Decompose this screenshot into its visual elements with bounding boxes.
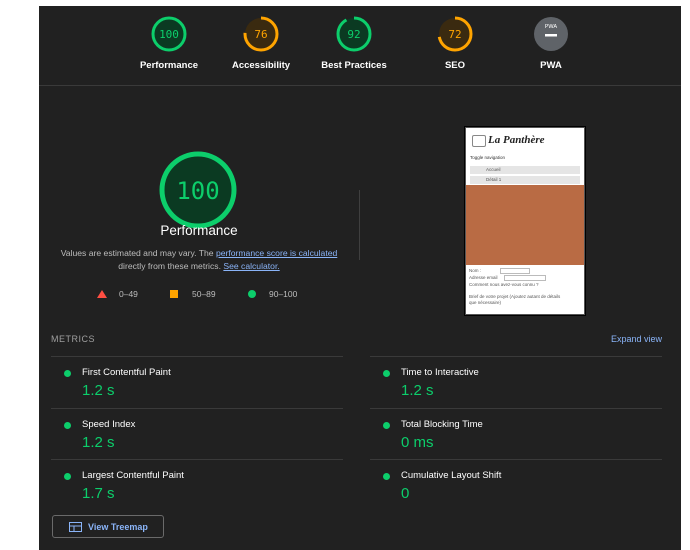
lighthouse-report: 100 Performance 76 Accessibility 92 Best… (39, 6, 681, 550)
gauge-pwa[interactable]: PWA PWA (496, 15, 606, 71)
screenshot-form-name: Nom : (469, 268, 482, 273)
screenshot-nav-label-2: Détail 1 (486, 177, 502, 182)
gauge-seo-score: 72 (448, 28, 461, 41)
square-icon (170, 290, 178, 298)
screenshot-nav-label-1: Accueil (486, 167, 501, 172)
screenshot-form-brief: Brief de votre projet (Ajoutez autant de… (469, 294, 561, 299)
screenshot-nav-item-2: Détail 1 (470, 176, 580, 184)
pwa-badge-icon: PWA (534, 17, 568, 51)
metric-value: 1.2 s (82, 434, 115, 451)
performance-title: Performance (160, 223, 238, 238)
metric-item: Total Blocking Time 0 ms (370, 408, 662, 458)
screenshot-input-box (500, 268, 530, 274)
legend-pass-label: 90–100 (269, 289, 298, 299)
metric-title: Total Blocking Time (401, 419, 483, 430)
gauge-best-practices-score: 92 (347, 28, 360, 41)
metric-value: 0 ms (401, 434, 434, 451)
gauge-best-practices[interactable]: 92 Best Practices (299, 15, 409, 71)
see-calculator-link[interactable]: See calculator. (223, 261, 279, 271)
gauge-performance-ring: 100 (151, 16, 187, 52)
screenshot-form-email: Adresse email (469, 275, 498, 280)
metric-divider (370, 408, 662, 409)
site-logo-icon (472, 135, 486, 147)
view-treemap-label: View Treemap (88, 522, 148, 532)
metric-divider (370, 356, 662, 357)
metric-title: Cumulative Layout Shift (401, 470, 502, 481)
metric-value: 0 (401, 485, 410, 502)
screenshot-toggle-nav: Toggle navigation (470, 155, 506, 160)
metric-divider (51, 356, 343, 357)
pass-circle-icon (383, 422, 390, 429)
gauge-best-practices-ring: 92 (336, 16, 372, 52)
metric-title: Time to Interactive (401, 367, 479, 378)
metric-item: Time to Interactive 1.2 s (370, 356, 662, 406)
category-gauges: 100 Performance 76 Accessibility 92 Best… (39, 6, 681, 86)
screenshot-form-brief-2: que nécessaire) (469, 300, 502, 305)
pass-circle-icon (64, 473, 71, 480)
screenshot-nav-item-1: Accueil (470, 166, 580, 174)
expand-view-toggle[interactable]: Expand view (611, 334, 662, 344)
performance-description: Values are estimated and may vary. The p… (59, 247, 339, 273)
legend-fail-label: 0–49 (119, 289, 138, 299)
performance-gauge-ring: 100 (159, 151, 237, 229)
metric-item: First Contentful Paint 1.2 s (51, 356, 343, 406)
screenshot-input-box (504, 275, 546, 281)
gauge-accessibility-score: 76 (254, 28, 267, 41)
gauge-performance-score: 100 (159, 28, 179, 41)
screenshot-form-question: Comment nous avez-vous connu ? (469, 282, 539, 287)
gauge-seo-label: SEO (444, 60, 466, 71)
pass-circle-icon (383, 473, 390, 480)
metric-item: Largest Contentful Paint 1.7 s (51, 459, 343, 509)
screenshot-hero-image (466, 185, 584, 265)
treemap-icon (69, 522, 82, 532)
screenshot-site-title: La Panthère (488, 134, 545, 146)
desc-text-2: directly from these metrics. (118, 261, 224, 271)
metric-divider (51, 459, 343, 460)
metric-title: Speed Index (82, 419, 136, 430)
legend-average-label: 50–89 (192, 289, 216, 299)
metric-title: First Contentful Paint (82, 367, 171, 378)
pass-circle-icon (64, 370, 71, 377)
metrics-header: METRICS (51, 334, 95, 344)
metric-title: Largest Contentful Paint (82, 470, 184, 481)
gauge-accessibility-ring: 76 (243, 16, 279, 52)
gauge-pwa-label: PWA (540, 60, 562, 71)
performance-score-link[interactable]: performance score is calculated (216, 248, 337, 258)
performance-score-large: 100 (176, 177, 219, 205)
metric-value: 1.7 s (82, 485, 115, 502)
triangle-icon (97, 290, 107, 298)
circle-icon (248, 290, 256, 298)
pwa-dash-icon (545, 34, 557, 37)
metric-value: 1.2 s (82, 382, 115, 399)
view-treemap-button[interactable]: View Treemap (52, 515, 164, 538)
gauge-seo-ring: 72 (437, 16, 473, 52)
metric-divider (370, 459, 662, 460)
vertical-divider (359, 190, 360, 260)
pass-circle-icon (64, 422, 71, 429)
gauge-best-practices-label: Best Practices (321, 60, 387, 71)
final-screenshot[interactable]: La Panthère Toggle navigation Accueil Dé… (465, 127, 585, 315)
pass-circle-icon (383, 370, 390, 377)
metric-divider (51, 408, 343, 409)
metric-value: 1.2 s (401, 382, 434, 399)
desc-text-1: Values are estimated and may vary. The (60, 248, 216, 258)
header-divider (39, 85, 681, 86)
metric-item: Cumulative Layout Shift 0 (370, 459, 662, 509)
metric-item: Speed Index 1.2 s (51, 408, 343, 458)
pwa-badge-text: PWA (545, 24, 557, 30)
gauge-seo[interactable]: 72 SEO (400, 15, 510, 71)
